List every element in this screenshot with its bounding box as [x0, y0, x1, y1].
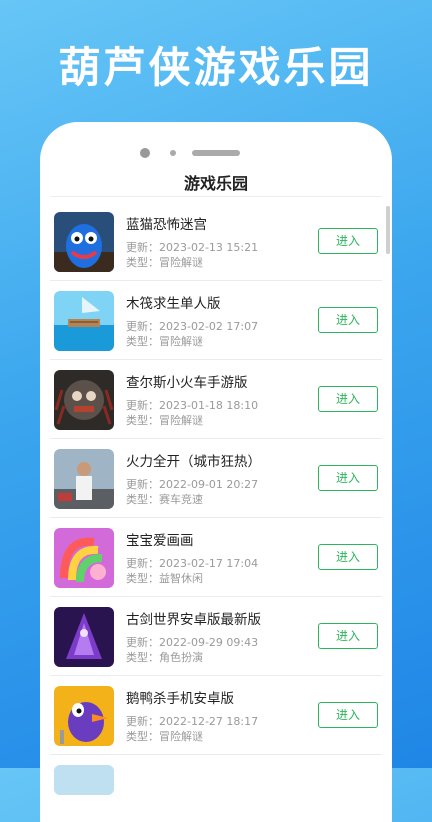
game-updated: 更新：2023-02-17 17:04	[126, 557, 259, 570]
list-item[interactable]: 木筏求生单人版 更新：2023-02-02 17:07 类型：冒险解谜 进入	[50, 281, 382, 360]
game-type: 类型：冒险解谜	[126, 335, 203, 348]
game-thumbnail-icon[interactable]	[54, 765, 114, 795]
promo-title: 葫芦侠游戏乐园	[58, 43, 374, 92]
game-name: 木筏求生单人版	[126, 296, 221, 312]
game-name: 查尔斯小火车手游版	[126, 375, 248, 391]
game-updated: 更新：2022-09-29 09:43	[126, 636, 259, 649]
game-list: 蓝猫恐怖迷宫 更新：2023-02-13 15:21 类型：冒险解谜 进入 木筏…	[50, 202, 382, 795]
game-name: 鹅鸭杀手机安卓版	[126, 691, 234, 707]
list-item[interactable]: 蓝猫恐怖迷宫 更新：2023-02-13 15:21 类型：冒险解谜 进入	[50, 202, 382, 281]
game-updated: 更新：2023-02-13 15:21	[126, 241, 259, 254]
game-name: 古剑世界安卓版最新版	[126, 612, 261, 628]
phone-frame: 游戏乐园 蓝猫恐怖迷宫 更新：2023-02-13 15:21 类型：冒险解谜 …	[40, 122, 392, 822]
rainbow-drawing-icon[interactable]	[54, 528, 114, 588]
list-item[interactable]: 鹅鸭杀手机安卓版 更新：2022-12-27 18:17 类型：冒险解谜 进入	[50, 676, 382, 755]
game-name: 火力全开（城市狂热）	[126, 454, 261, 470]
game-type: 类型：角色扮演	[126, 651, 203, 664]
list-item[interactable]	[50, 755, 382, 795]
game-updated: 更新：2022-12-27 18:17	[126, 715, 259, 728]
camera-icon	[140, 148, 150, 158]
page-title: 游戏乐园	[183, 174, 248, 193]
enter-button[interactable]: 进入	[318, 307, 378, 333]
game-type: 类型：冒险解谜	[126, 414, 203, 427]
purple-warrior-icon[interactable]	[54, 607, 114, 667]
list-item[interactable]: 宝宝爱画画 更新：2023-02-17 17:04 类型：益智休闲 进入	[50, 518, 382, 597]
list-item[interactable]: 火力全开（城市狂热） 更新：2022-09-01 20:27 类型：赛车竞速 进…	[50, 439, 382, 518]
enter-button[interactable]: 进入	[318, 228, 378, 254]
speaker-icon	[192, 150, 240, 156]
city-man-icon[interactable]	[54, 449, 114, 509]
list-item[interactable]: 古剑世界安卓版最新版 更新：2022-09-29 09:43 类型：角色扮演 进…	[50, 597, 382, 676]
game-name: 蓝猫恐怖迷宫	[126, 217, 207, 233]
blue-monster-icon[interactable]	[54, 212, 114, 272]
game-updated: 更新：2023-02-02 17:07	[126, 320, 259, 333]
game-updated: 更新：2022-09-01 20:27	[126, 478, 259, 491]
enter-button[interactable]: 进入	[318, 623, 378, 649]
game-type: 类型：益智休闲	[126, 572, 203, 585]
sensor-icon	[170, 150, 176, 156]
raft-icon[interactable]	[54, 291, 114, 351]
enter-button[interactable]: 进入	[318, 465, 378, 491]
game-name: 宝宝爱画画	[126, 533, 194, 549]
game-type: 类型：赛车竞速	[126, 493, 203, 506]
title-divider	[50, 196, 382, 197]
goose-icon[interactable]	[54, 686, 114, 746]
enter-button[interactable]: 进入	[318, 386, 378, 412]
list-item[interactable]: 查尔斯小火车手游版 更新：2023-01-18 18:10 类型：冒险解谜 进入	[50, 360, 382, 439]
game-type: 类型：冒险解谜	[126, 730, 203, 743]
spider-train-icon[interactable]	[54, 370, 114, 430]
phone-notch	[40, 122, 392, 162]
game-type: 类型：冒险解谜	[126, 256, 203, 269]
scrollbar[interactable]	[386, 206, 390, 254]
enter-button[interactable]: 进入	[318, 544, 378, 570]
enter-button[interactable]: 进入	[318, 702, 378, 728]
game-updated: 更新：2023-01-18 18:10	[126, 399, 259, 412]
